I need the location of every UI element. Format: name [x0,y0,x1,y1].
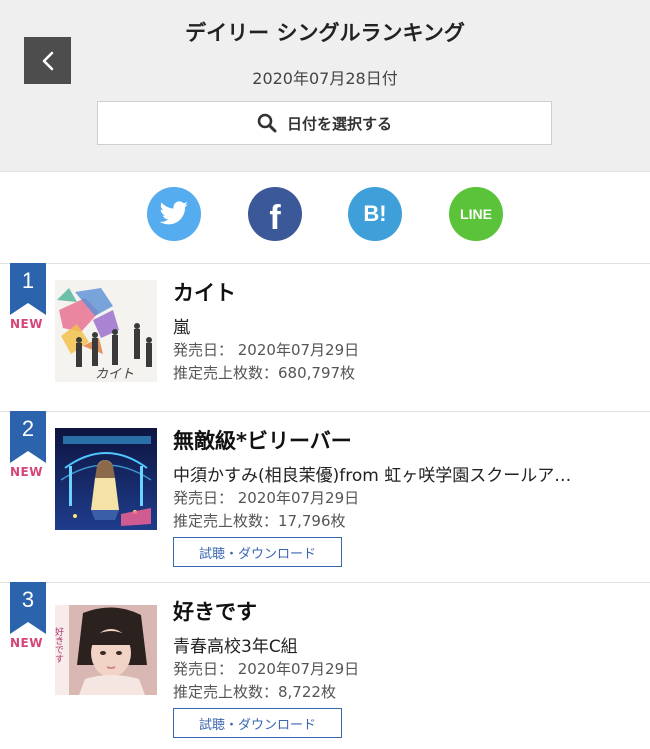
new-badge: NEW [10,465,43,479]
song-title[interactable]: 無敵級*ビリーバー [173,425,352,455]
page-date: 2020年07月28日付 [252,69,398,88]
new-badge: NEW [10,317,43,331]
estimated-sales: 推定売上枚数：8,722枚 [173,683,336,701]
svg-text:カイト: カイト [95,367,134,382]
page-header: デイリー シングルランキング 2020年07月28日付 日付を選択する [0,0,650,172]
facebook-icon: f [269,198,281,237]
album-art-image: カイト [55,280,157,382]
estimated-sales: 推定売上枚数：680,797枚 [173,364,356,382]
svg-text:好きです: 好きです [55,626,64,663]
album-art[interactable] [55,428,157,530]
song-title[interactable]: カイト [173,277,236,307]
rank-number: 3 [21,587,35,612]
hatena-bookmark-icon: B! [363,201,387,226]
album-art-image: 好きです [55,605,157,695]
twitter-share-button[interactable] [147,187,201,241]
artist-name[interactable]: 嵐 [173,313,190,338]
page-title: デイリー シングルランキング [185,21,465,45]
album-art-image [55,428,157,530]
song-title[interactable]: 好きです [173,596,257,626]
new-badge: NEW [10,636,43,650]
date-picker-button[interactable]: 日付を選択する [97,101,552,145]
date-picker-label: 日付を選択する [286,114,392,133]
artist-name[interactable]: 青春高校3年C組 [173,632,298,657]
listen-download-button[interactable]: 試聴・ダウンロード [173,537,342,567]
line-icon: LINE [460,206,492,222]
facebook-share-button[interactable]: f [248,187,302,241]
hatena-bookmark-share-button[interactable]: B! [348,187,402,241]
estimated-sales: 推定売上枚数：17,796枚 [173,512,346,530]
divider [0,263,650,264]
divider [0,582,650,583]
rank-number: 2 [21,416,35,441]
search-icon [257,113,277,133]
release-date: 発売日： 2020年07月29日 [173,660,360,678]
release-date: 発売日： 2020年07月29日 [173,341,360,359]
listen-download-button[interactable]: 試聴・ダウンロード [173,708,342,738]
artist-name[interactable]: 中須かすみ(相良茉優)from 虹ヶ咲学園スクールア… [173,461,571,486]
divider [0,411,650,412]
release-date: 発売日： 2020年07月29日 [173,489,360,507]
twitter-bird-icon [159,201,188,225]
album-art[interactable]: カイト [55,280,157,382]
album-art[interactable]: 好きです [55,605,157,707]
rank-number: 1 [21,268,35,293]
line-share-button[interactable]: LINE [449,187,503,241]
